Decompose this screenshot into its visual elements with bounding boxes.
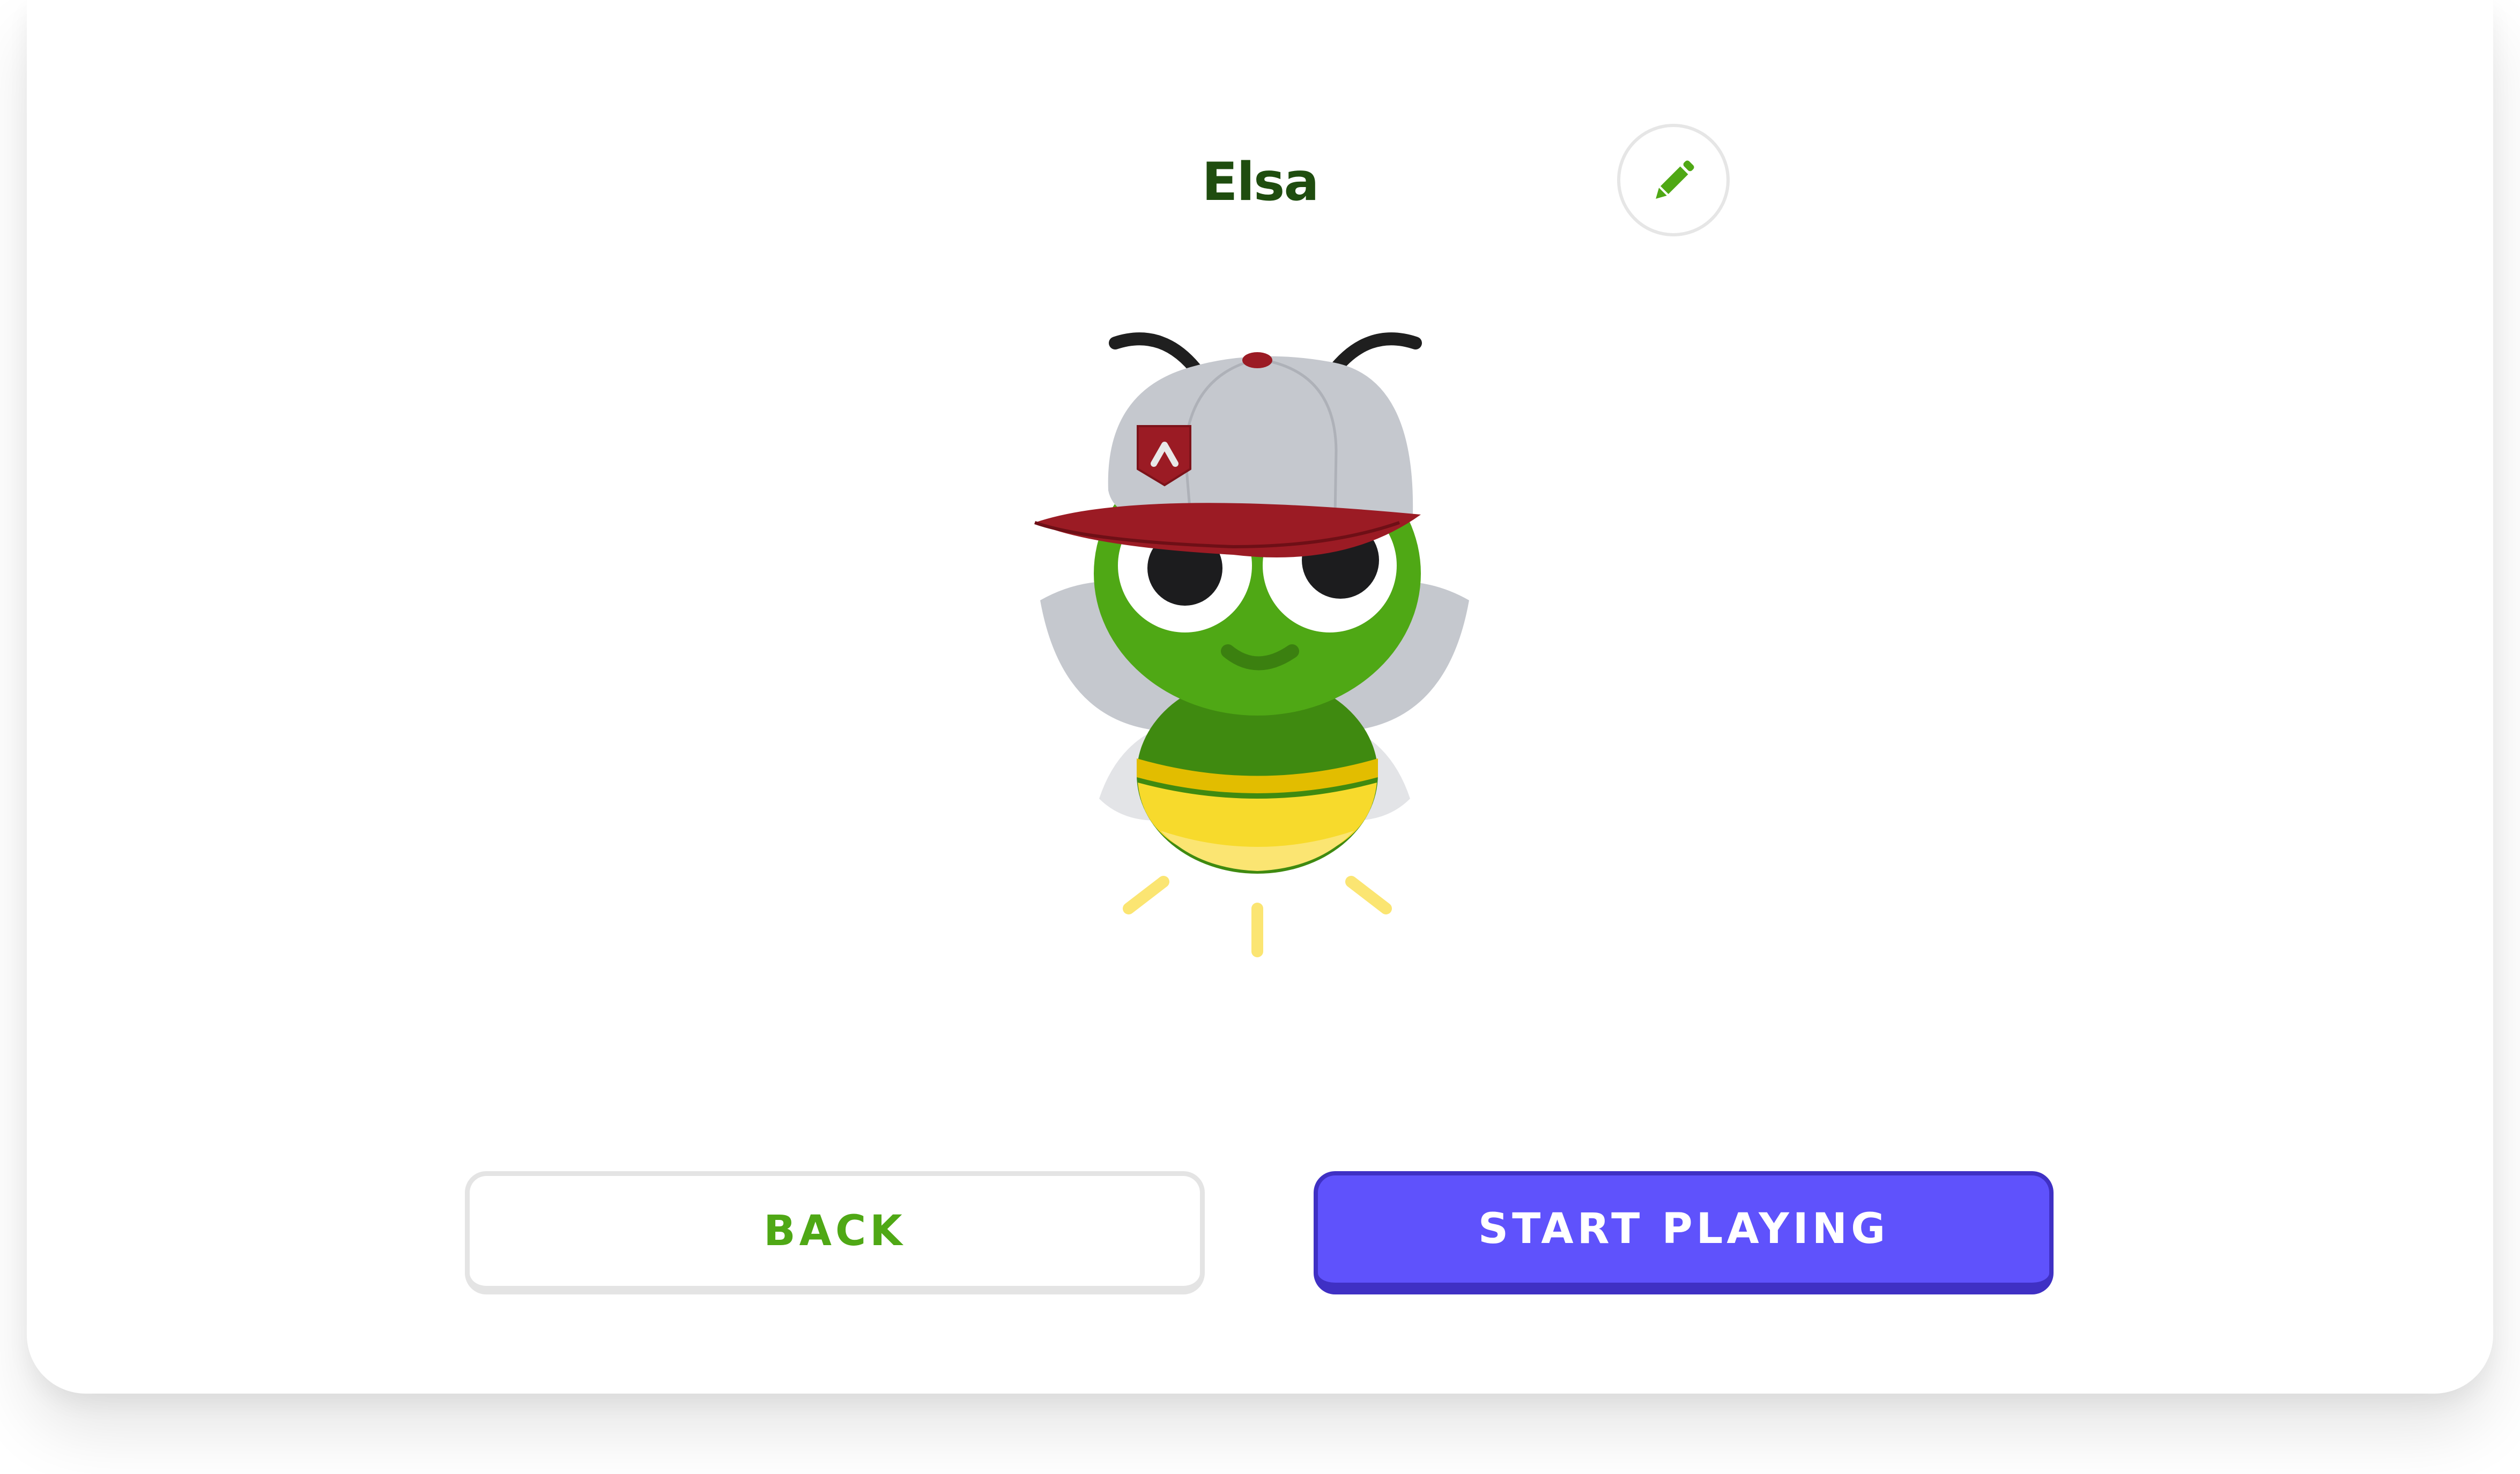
pencil-icon bbox=[1656, 160, 1694, 199]
edit-name-button[interactable] bbox=[1617, 124, 1730, 236]
back-button[interactable]: BACK bbox=[465, 1171, 1205, 1294]
start-playing-button[interactable]: START PLAYING bbox=[1314, 1171, 2054, 1294]
profile-name: Elsa bbox=[1202, 152, 1320, 213]
bee-mascot-avatar bbox=[1034, 332, 1469, 957]
